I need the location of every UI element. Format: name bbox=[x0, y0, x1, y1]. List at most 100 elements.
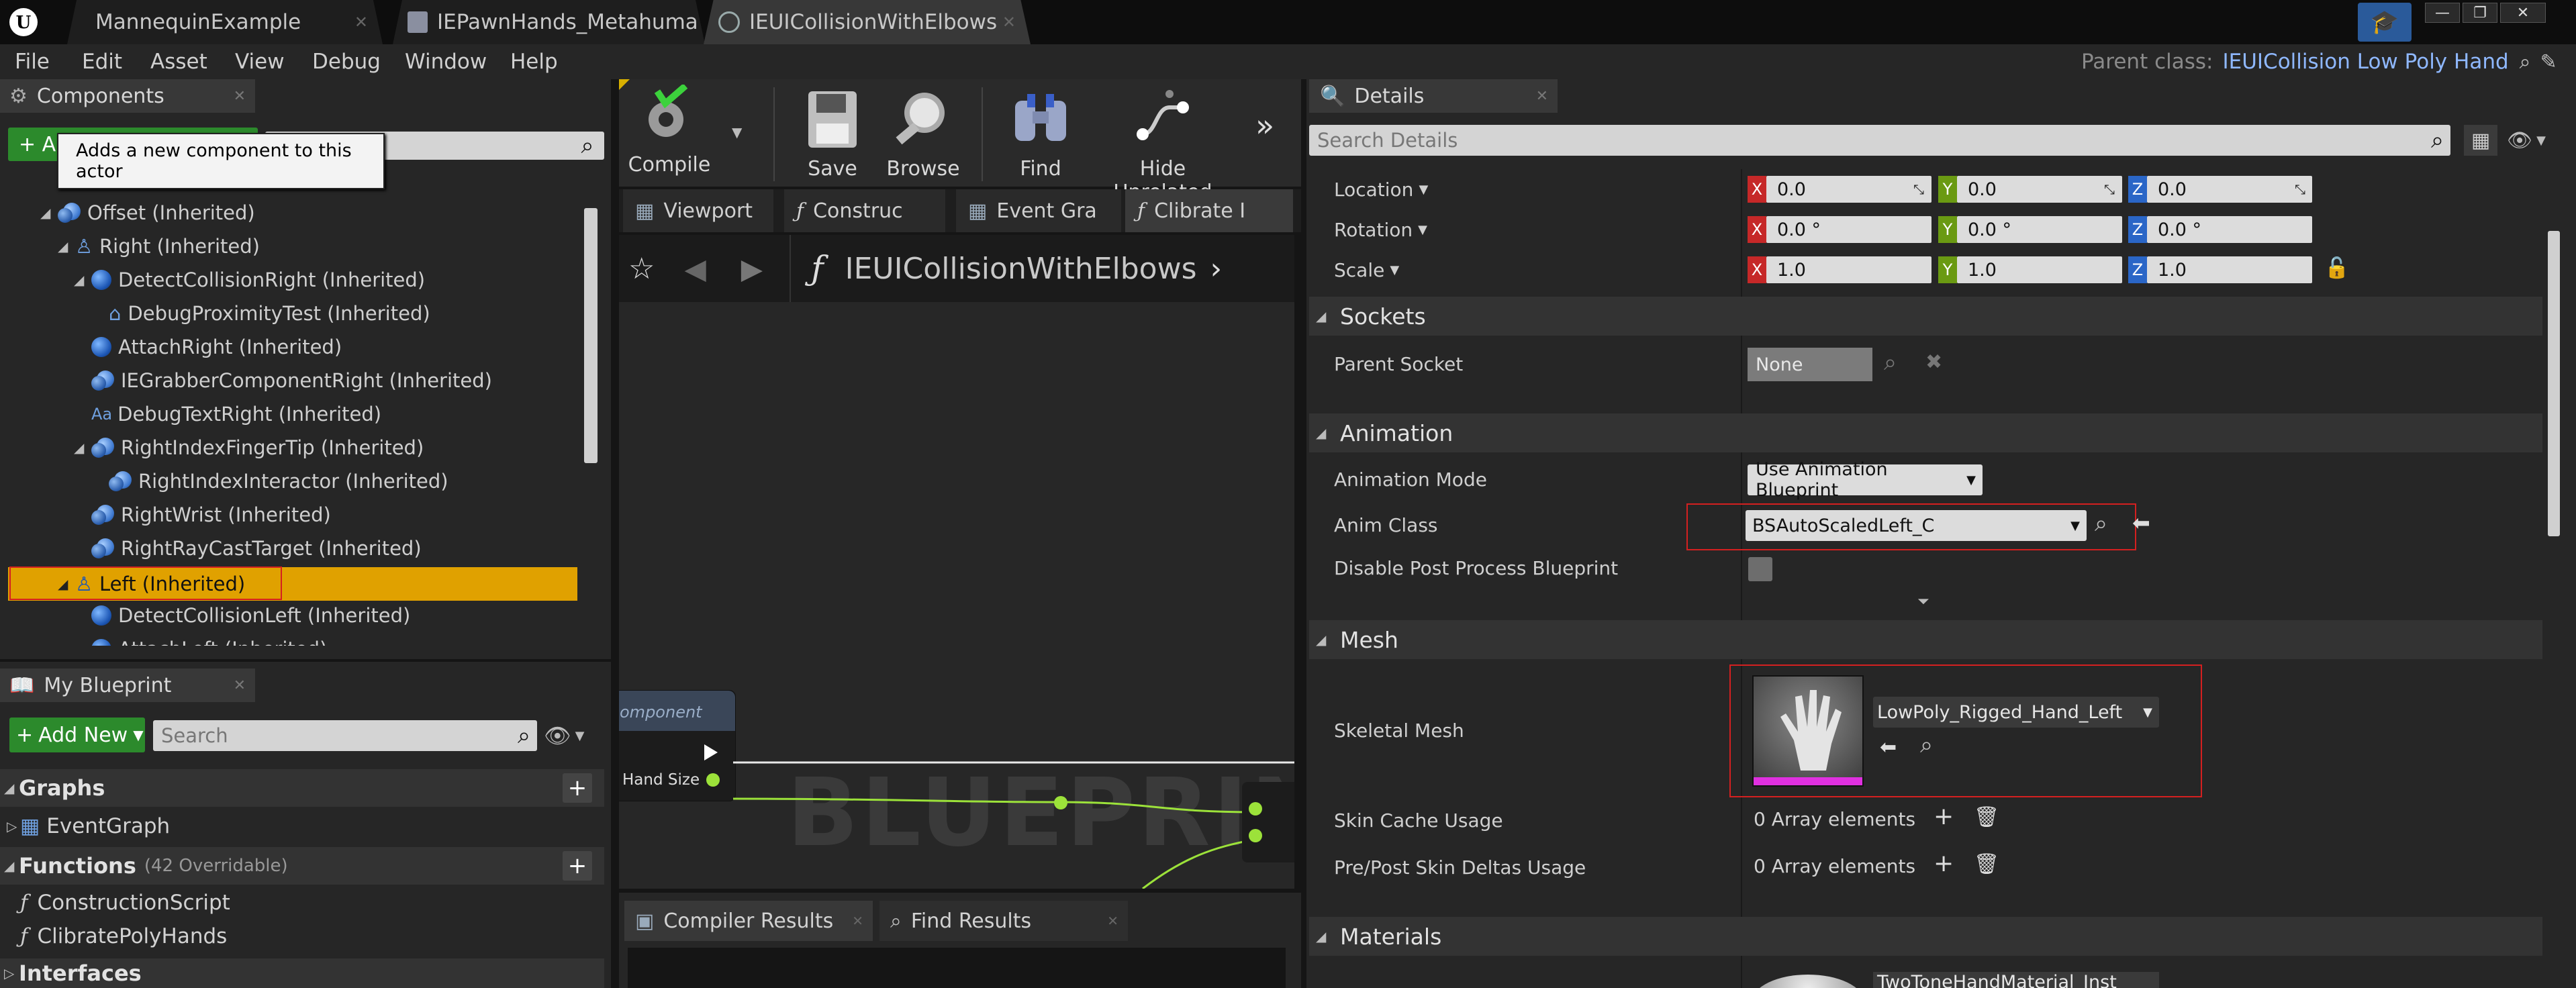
rotation-z-field[interactable]: 0.0 ° bbox=[2147, 216, 2312, 243]
expand-toolbar-icon[interactable]: » bbox=[1255, 107, 1274, 144]
scale-y-field[interactable]: 1.0 bbox=[1957, 256, 2122, 283]
menu-window[interactable]: Window bbox=[405, 44, 487, 79]
collapse-icon[interactable]: ◢ bbox=[4, 780, 19, 796]
graphs-section[interactable]: ◢ Graphs + bbox=[0, 769, 604, 807]
float-pin-icon[interactable] bbox=[1249, 829, 1262, 842]
browse-asset-icon[interactable]: ⌕ bbox=[1920, 732, 1933, 758]
expand-icon[interactable]: ◢ bbox=[74, 440, 91, 456]
tab-clibrate[interactable]: ƒ Clibrate I bbox=[1125, 189, 1293, 232]
components-scrollbar[interactable] bbox=[584, 208, 598, 463]
trash-icon[interactable]: 🗑 bbox=[1974, 805, 1999, 829]
menu-debug[interactable]: Debug bbox=[312, 44, 381, 79]
details-search-input[interactable]: Search Details ⌕ bbox=[1309, 125, 2450, 156]
parent-socket-field[interactable]: None bbox=[1748, 348, 1872, 381]
scale-z-field[interactable]: 1.0 bbox=[2147, 256, 2312, 283]
lock-icon[interactable]: 🔓 bbox=[2324, 256, 2349, 280]
tab-event-graph[interactable]: ▦ Event Gra bbox=[956, 189, 1121, 232]
menu-asset[interactable]: Asset bbox=[150, 44, 207, 79]
browse-asset-icon[interactable]: ⌕ bbox=[2095, 510, 2107, 537]
tab-ieuicollision[interactable]: IEUICollisionWithElbows ✕ bbox=[704, 0, 1031, 44]
close-panel-icon[interactable]: ✕ bbox=[234, 677, 246, 694]
expand-icon[interactable]: ◢ bbox=[58, 576, 75, 592]
hide-unrelated-button[interactable]: Hide Unrelated bbox=[1089, 87, 1237, 204]
expand-icon[interactable]: ◢ bbox=[58, 238, 75, 254]
tree-item-attach-right[interactable]: AttachRight (Inherited) bbox=[91, 330, 342, 364]
tree-item-right-index-finger-tip[interactable]: ◢ RightIndexFingerTip (Inherited) bbox=[74, 431, 424, 464]
trash-icon[interactable]: 🗑 bbox=[1974, 852, 1999, 876]
details-scrollbar[interactable] bbox=[2548, 231, 2560, 536]
close-tab-icon[interactable]: ✕ bbox=[852, 913, 863, 929]
add-function-button[interactable]: + bbox=[563, 851, 592, 881]
add-graph-button[interactable]: + bbox=[563, 773, 592, 803]
construction-script-item[interactable]: ƒ ConstructionScript bbox=[20, 887, 230, 918]
tree-item-attach-left[interactable]: AttachLeft (Inherited) bbox=[91, 632, 327, 646]
parent-class-link[interactable]: IEUICollision Low Poly Hand bbox=[2223, 50, 2509, 74]
rotation-label[interactable]: Rotation ▼ bbox=[1334, 216, 1427, 243]
skeletal-mesh-thumbnail[interactable] bbox=[1752, 675, 1864, 787]
use-selected-arrow-icon[interactable]: ⬅ bbox=[2132, 510, 2150, 536]
tab-compiler-results[interactable]: ▣ Compiler Results ✕ bbox=[624, 901, 873, 941]
tree-item-iegrabber-right[interactable]: IEGrabberComponentRight (Inherited) bbox=[91, 364, 492, 397]
tab-iepawnhands[interactable]: IEPawnHands_Metahuma bbox=[393, 0, 705, 44]
mesh-section[interactable]: ◢ Mesh bbox=[1309, 620, 2542, 659]
browse-button[interactable]: Browse bbox=[879, 87, 967, 181]
float-pin-icon[interactable] bbox=[1249, 802, 1262, 816]
collapse-icon[interactable]: ◢ bbox=[1316, 425, 1333, 441]
material-dropdown[interactable]: TwoToneHandMaterial_Inst bbox=[1873, 972, 2159, 988]
maximize-button[interactable]: ❐ bbox=[2463, 3, 2497, 23]
search-icon[interactable]: ⌕ bbox=[2520, 50, 2531, 74]
tab-mannequin-example[interactable]: MannequinExample ✕ bbox=[67, 0, 383, 44]
close-tab-icon[interactable]: ✕ bbox=[1107, 913, 1118, 929]
add-new-button[interactable]: + Add New ▼ bbox=[9, 718, 145, 752]
skeletal-mesh-dropdown[interactable]: LowPoly_Rigged_Hand_Left ▼ bbox=[1873, 697, 2159, 728]
save-button[interactable]: Save bbox=[792, 87, 873, 181]
tree-item-right-wrist[interactable]: RightWrist (Inherited) bbox=[91, 498, 331, 532]
add-element-icon[interactable]: + bbox=[1934, 850, 1954, 877]
search-icon[interactable]: ⌕ bbox=[2431, 127, 2444, 154]
functions-section[interactable]: ◢ Functions (42 Overridable) + bbox=[0, 847, 604, 885]
rotation-x-field[interactable]: 0.0 ° bbox=[1766, 216, 1931, 243]
minimize-button[interactable]: — bbox=[2425, 3, 2460, 23]
tab-find-results[interactable]: ⌕ Find Results ✕ bbox=[879, 901, 1128, 941]
interfaces-section[interactable]: ▷ Interfaces bbox=[0, 958, 604, 988]
expand-icon[interactable]: ▷ bbox=[4, 965, 19, 981]
event-graph-item[interactable]: ▷ ▦ EventGraph bbox=[7, 811, 170, 842]
tree-item-detect-collision-left[interactable]: DetectCollisionLeft (Inherited) bbox=[91, 599, 410, 632]
animation-mode-dropdown[interactable]: Use Animation Blueprint ▼ bbox=[1748, 459, 1983, 501]
clibrate-poly-hands-item[interactable]: ƒ ClibratePolyHands bbox=[20, 921, 227, 952]
close-window-button[interactable]: ✕ bbox=[2500, 3, 2546, 23]
expand-icon[interactable]: ◢ bbox=[40, 205, 58, 221]
add-element-icon[interactable]: + bbox=[1934, 803, 1954, 830]
close-tab-icon[interactable]: ✕ bbox=[354, 13, 368, 32]
collapse-icon[interactable]: ◢ bbox=[4, 858, 19, 874]
tree-item-left[interactable]: ◢ ♙ Left (Inherited) bbox=[58, 567, 245, 601]
tree-item-right-raycast-target[interactable]: RightRayCastTarget (Inherited) bbox=[91, 532, 422, 565]
graph-node-partial[interactable] bbox=[1242, 782, 1294, 862]
search-icon[interactable]: ⌕ bbox=[518, 722, 530, 749]
drag-handle-icon[interactable]: ⤡ bbox=[1913, 181, 1924, 197]
close-panel-icon[interactable]: ✕ bbox=[1536, 88, 1548, 105]
material-thumbnail[interactable] bbox=[1752, 975, 1864, 988]
tree-item-debug-text-right[interactable]: Aa DebugTextRight (Inherited) bbox=[91, 397, 381, 431]
drag-handle-icon[interactable]: ⤡ bbox=[2104, 181, 2115, 197]
collapse-icon[interactable]: ◢ bbox=[1316, 308, 1333, 324]
drag-handle-icon[interactable]: ⤡ bbox=[2295, 181, 2305, 197]
scale-x-field[interactable]: 1.0 bbox=[1766, 256, 1931, 283]
menu-view[interactable]: View bbox=[235, 44, 285, 79]
advanced-expand-icon[interactable]: ⏷ bbox=[1917, 593, 1929, 610]
visibility-eye-icon[interactable]: 👁 ▼ bbox=[544, 720, 584, 751]
search-icon[interactable]: ⌕ bbox=[1884, 349, 1897, 376]
use-selected-arrow-icon[interactable]: ⬅ bbox=[1880, 736, 1897, 759]
search-icon[interactable]: ⌕ bbox=[574, 132, 601, 160]
location-y-field[interactable]: 0.0 bbox=[1957, 176, 2122, 203]
rotation-y-field[interactable]: 0.0 ° bbox=[1957, 216, 2122, 243]
tree-item-offset[interactable]: ◢ Offset (Inherited) bbox=[40, 196, 255, 230]
visibility-eye-icon[interactable]: 👁 ▼ bbox=[2507, 125, 2546, 156]
disable-post-process-checkbox[interactable] bbox=[1748, 557, 1772, 581]
find-button[interactable]: Find bbox=[1000, 87, 1081, 181]
location-label[interactable]: Location ▼ bbox=[1334, 176, 1428, 203]
tree-item-right-index-interactor[interactable]: RightIndexInteractor (Inherited) bbox=[109, 464, 448, 498]
tree-item-right[interactable]: ◢ ♙ Right (Inherited) bbox=[58, 230, 260, 263]
edit-icon[interactable]: ✎ bbox=[2540, 50, 2557, 74]
compile-button[interactable]: Compile bbox=[626, 83, 713, 177]
